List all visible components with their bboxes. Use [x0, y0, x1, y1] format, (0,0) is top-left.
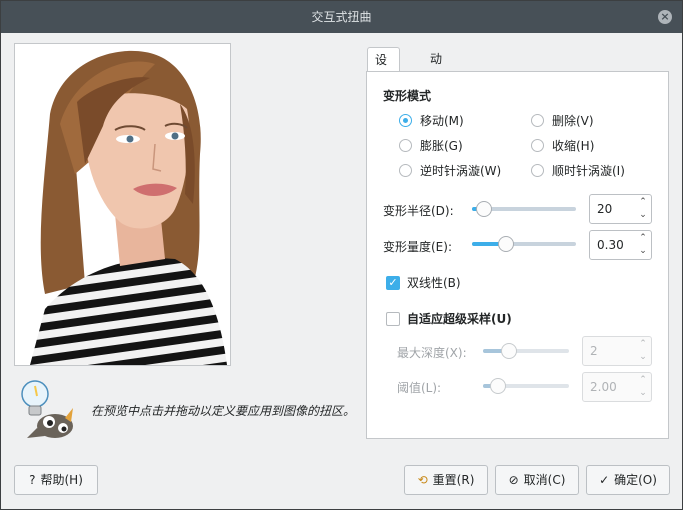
slider-handle[interactable] [498, 236, 514, 252]
radio-dot [399, 114, 412, 127]
spin-down-icon[interactable]: ⌄ [637, 209, 649, 222]
deform-mode-title: 变形模式 [383, 89, 432, 103]
spin-arrows: ⌃ ⌄ [637, 374, 649, 400]
window-title: 交互式扭曲 [311, 10, 372, 24]
check-icon: ✓ [386, 276, 400, 290]
hint-text: 在预览中点击并拖动以定义要应用到图像的扭区。 [91, 404, 356, 418]
tab-settings[interactable]: 设置(S) [367, 47, 400, 115]
reset-button-label: 重置(R) [432, 473, 475, 487]
spin-value: 20 [597, 202, 613, 216]
spin-up-icon[interactable]: ⌃ [637, 232, 649, 245]
threshold-slider[interactable] [483, 378, 569, 394]
spin-up-icon[interactable]: ⌃ [637, 196, 649, 209]
checkbox-label: 双线性(B) [407, 276, 461, 290]
settings-panel: 变形模式 移动(M) 删除(V) 膨胀(G) 收缩(H) 逆时针涡漩(W) 顺时… [366, 71, 669, 439]
tab-animation[interactable]: 动画(A) [423, 47, 455, 114]
lightbulb-wilber-icon [21, 380, 73, 438]
title-bar[interactable]: 交互式扭曲 × [1, 1, 682, 33]
deform-radius-slider[interactable] [472, 201, 576, 217]
warp-dialog: 交互式扭曲 × 在预览中点击并拖动以定义要应用到图像的扭区。 设 动 变形模式 … [0, 0, 683, 510]
deform-amount-spinbox[interactable]: 0.30 ⌃ ⌄ [589, 230, 652, 260]
threshold-label: 阈值(L): [397, 381, 442, 395]
deform-amount-label: 变形量度(E): [383, 240, 452, 254]
cancel-button-label: 取消(C) [523, 473, 566, 487]
help-button[interactable]: ? 帮助(H) [14, 465, 98, 495]
radio-label: 逆时针涡漩(W) [420, 164, 502, 178]
slider-handle[interactable] [476, 201, 492, 217]
radio-label: 收缩(H) [552, 139, 595, 153]
spin-arrows: ⌃ ⌄ [637, 232, 649, 258]
help-button-label: 帮助(H) [40, 473, 83, 487]
deform-amount-slider[interactable] [472, 236, 576, 252]
radio-dot [399, 164, 412, 177]
close-icon[interactable]: × [658, 10, 672, 24]
max-depth-spinbox[interactable]: 2 ⌃ ⌄ [582, 336, 652, 366]
radio-dot [531, 139, 544, 152]
question-icon: ? [29, 473, 36, 487]
checkbox-label: 自适应超级采样(U) [407, 312, 512, 326]
radio-dot [399, 139, 412, 152]
spin-down-icon[interactable]: ⌄ [637, 245, 649, 258]
radio-label: 删除(V) [552, 114, 594, 128]
spin-down-icon[interactable]: ⌄ [637, 351, 649, 364]
checkbox-box [386, 312, 400, 326]
spin-value: 2 [590, 344, 598, 358]
spin-up-icon[interactable]: ⌃ [637, 374, 649, 387]
radio-label: 顺时针涡漩(I) [552, 164, 625, 178]
hint-area: 在预览中点击并拖动以定义要应用到图像的扭区。 [15, 378, 365, 443]
radio-label: 移动(M) [420, 114, 464, 128]
spin-arrows: ⌃ ⌄ [637, 338, 649, 364]
spin-value: 2.00 [590, 380, 617, 394]
reset-icon: ⟲ [417, 473, 428, 487]
radio-dot [531, 164, 544, 177]
threshold-spinbox[interactable]: 2.00 ⌃ ⌄ [582, 372, 652, 402]
cancel-icon: ⊘ [508, 473, 519, 487]
max-depth-slider[interactable] [483, 343, 569, 359]
deform-radius-label: 变形半径(D): [383, 204, 454, 218]
cancel-button[interactable]: ⊘ 取消(C) [495, 465, 579, 495]
radio-label: 膨胀(G) [420, 139, 463, 153]
max-depth-label: 最大深度(X): [397, 346, 467, 360]
portrait-image [15, 44, 230, 365]
ok-button[interactable]: ✓ 确定(O) [586, 465, 670, 495]
spin-down-icon[interactable]: ⌄ [637, 387, 649, 400]
check-icon: ✓ [599, 473, 610, 487]
spin-arrows: ⌃ ⌄ [637, 196, 649, 222]
ok-button-label: 确定(O) [614, 473, 657, 487]
preview-canvas[interactable] [14, 43, 231, 366]
spin-value: 0.30 [597, 238, 624, 252]
slider-handle[interactable] [490, 378, 506, 394]
deform-radius-spinbox[interactable]: 20 ⌃ ⌄ [589, 194, 652, 224]
reset-button[interactable]: ⟲ 重置(R) [404, 465, 488, 495]
slider-handle[interactable] [501, 343, 517, 359]
radio-dot [531, 114, 544, 127]
spin-up-icon[interactable]: ⌃ [637, 338, 649, 351]
